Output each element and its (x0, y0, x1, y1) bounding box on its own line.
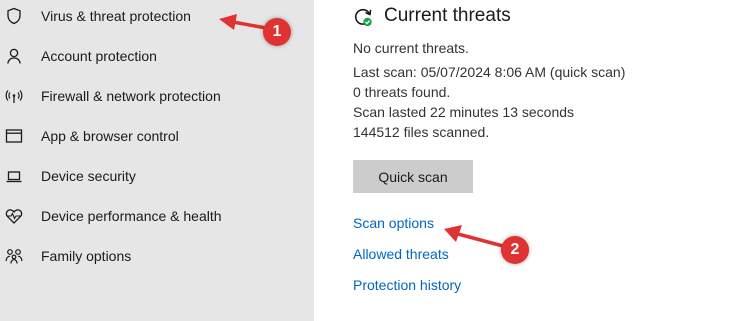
person-icon (5, 47, 23, 65)
sidebar-item-label: Family options (41, 248, 132, 264)
sidebar-item-label: Account protection (41, 48, 157, 64)
sidebar-item-device-security[interactable]: Device security (0, 160, 314, 194)
section-title: Current threats (384, 5, 511, 26)
family-icon (5, 247, 23, 265)
protection-history-link[interactable]: Protection history (353, 277, 461, 293)
sidebar-item-app-browser-control[interactable]: App & browser control (0, 120, 314, 154)
quick-scan-button[interactable]: Quick scan (353, 160, 473, 193)
shield-icon (5, 7, 23, 25)
sidebar-item-family-options[interactable]: Family options (0, 240, 314, 274)
sidebar-item-label: App & browser control (41, 128, 179, 144)
sidebar: Virus & threat protection Account protec… (0, 0, 314, 321)
scan-options-link[interactable]: Scan options (353, 215, 434, 231)
app-window-icon (5, 127, 23, 145)
allowed-threats-link[interactable]: Allowed threats (353, 246, 449, 262)
annotation-badge-2: 2 (501, 236, 529, 264)
sidebar-item-label: Virus & threat protection (41, 8, 191, 24)
refresh-check-icon (352, 6, 374, 28)
sidebar-item-label: Device security (41, 168, 136, 184)
antenna-icon (5, 87, 23, 105)
sidebar-item-device-performance-health[interactable]: Device performance & health (0, 200, 314, 234)
sidebar-item-account-protection[interactable]: Account protection (0, 40, 314, 74)
sidebar-item-label: Firewall & network protection (41, 88, 221, 104)
status-threats-found: 0 threats found. (353, 84, 451, 100)
status-files-scanned: 144512 files scanned. (353, 124, 490, 140)
sidebar-item-label: Device performance & health (41, 208, 222, 224)
status-no-threats: No current threats. (353, 40, 469, 56)
main-panel: Current threats No current threats. Last… (314, 0, 733, 321)
sidebar-item-firewall-network-protection[interactable]: Firewall & network protection (0, 80, 314, 114)
laptop-icon (5, 167, 23, 185)
annotation-badge-1: 1 (263, 18, 291, 46)
heart-pulse-icon (5, 207, 23, 225)
status-scan-duration: Scan lasted 22 minutes 13 seconds (353, 104, 575, 120)
status-last-scan: Last scan: 05/07/2024 8:06 AM (quick sca… (353, 64, 626, 80)
